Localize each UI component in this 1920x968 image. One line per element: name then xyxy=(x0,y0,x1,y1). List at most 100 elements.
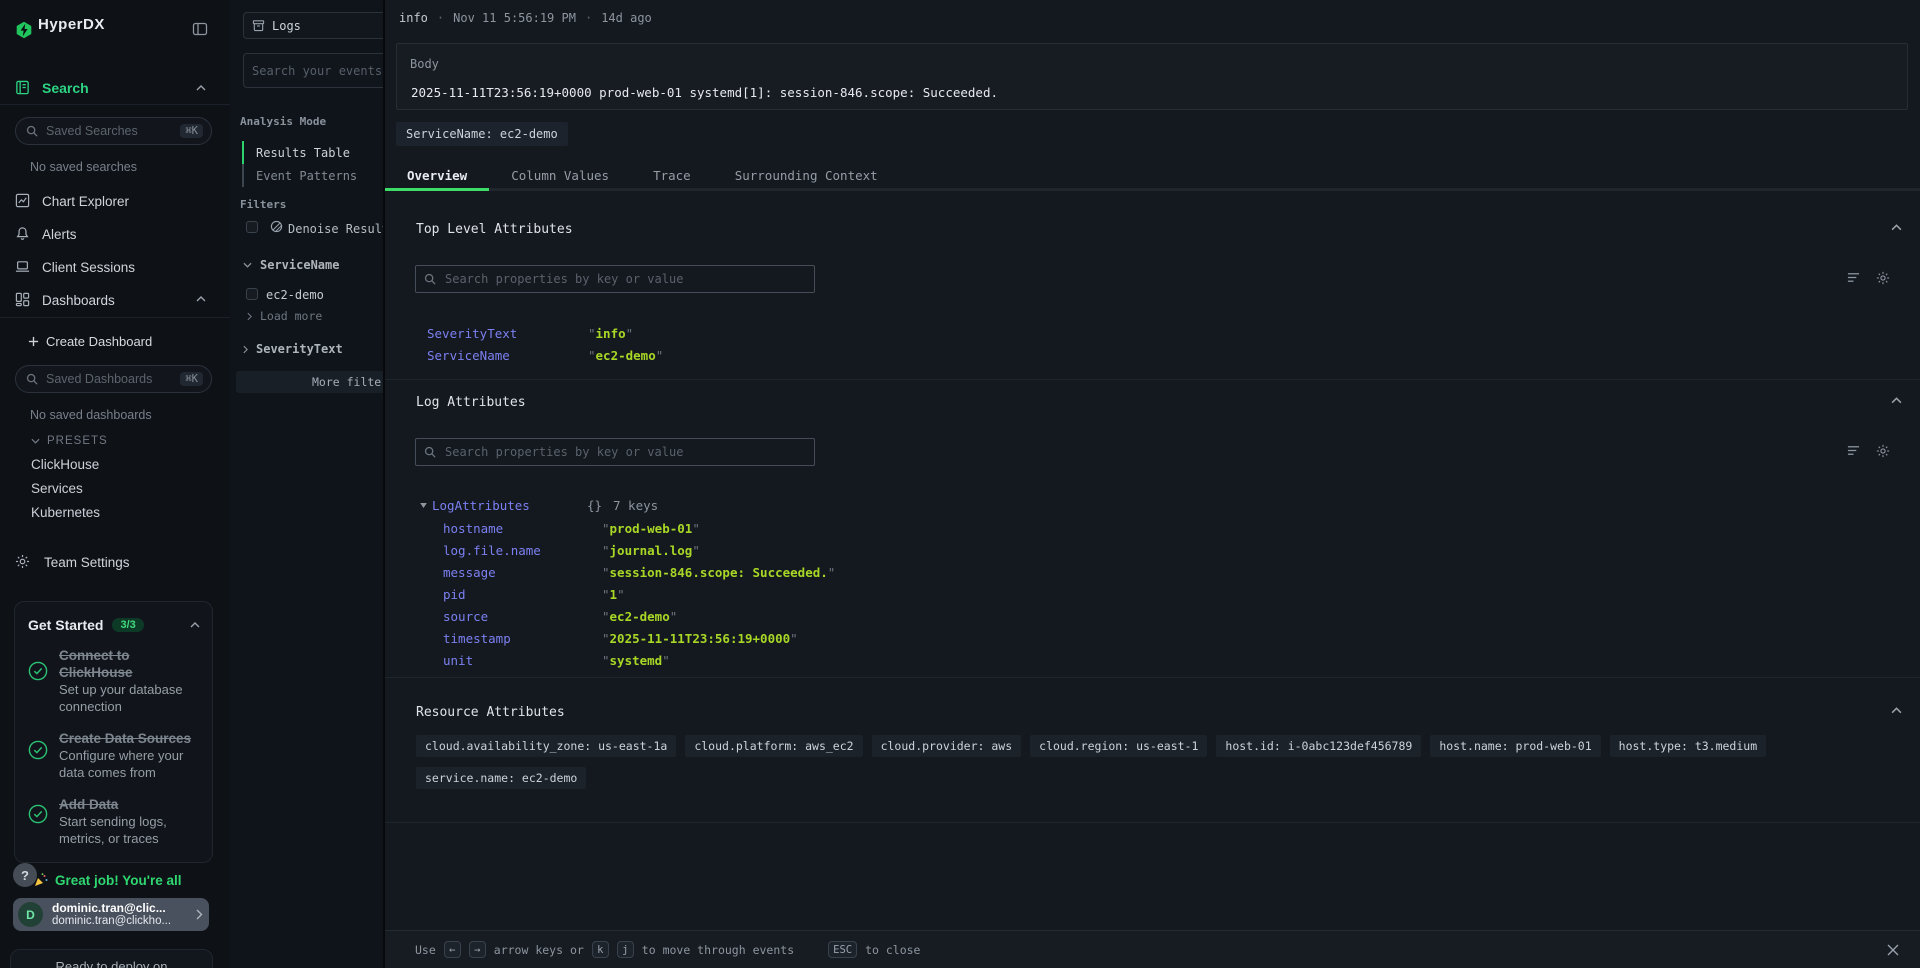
presets-toggle[interactable]: PRESETS xyxy=(31,435,108,447)
sidebar-item-client-sessions[interactable]: Client Sessions xyxy=(42,260,135,275)
severity-badge: info xyxy=(399,11,428,25)
gear-icon[interactable] xyxy=(1876,444,1890,458)
attribute-value[interactable]: systemd xyxy=(602,653,670,668)
resource-chip[interactable]: service.name: ec2-demo xyxy=(416,767,586,789)
sidebar-item-search[interactable]: Search xyxy=(42,80,89,96)
divider xyxy=(0,317,230,318)
collapse-section-chevron-icon[interactable] xyxy=(1891,397,1902,404)
deploy-note-card[interactable]: Ready to deploy on xyxy=(10,949,213,968)
filter-group-servicename[interactable]: ServiceName xyxy=(243,258,339,272)
gear-icon xyxy=(15,554,30,569)
ec2-demo-checkbox[interactable] xyxy=(246,288,258,300)
mode-active-indicator xyxy=(242,141,244,164)
preset-clickhouse[interactable]: ClickHouse xyxy=(31,457,99,472)
attribute-value[interactable]: ec2-demo xyxy=(588,348,663,363)
resource-chip[interactable]: host.name: prod-web-01 xyxy=(1430,735,1600,757)
collapse-sidebar-icon[interactable] xyxy=(192,21,208,37)
sidebar-item-team-settings[interactable]: Team Settings xyxy=(44,555,130,570)
denoise-icon xyxy=(270,220,283,233)
denoise-checkbox[interactable] xyxy=(246,221,258,233)
saved-dashboards-input[interactable]: ⌘K xyxy=(15,365,212,393)
property-search-field[interactable] xyxy=(443,444,806,460)
close-icon[interactable] xyxy=(1886,943,1900,957)
attribute-key[interactable]: log.file.name xyxy=(443,543,602,558)
get-started-item[interactable]: Add Data Start sending logs, metrics, or… xyxy=(28,796,200,847)
servicename-tag[interactable]: ServiceName: ec2-demo xyxy=(396,122,568,146)
get-started-title: Get Started xyxy=(28,617,103,633)
property-search[interactable] xyxy=(415,265,815,293)
mode-inactive-indicator xyxy=(242,164,244,187)
attribute-key[interactable]: source xyxy=(443,609,602,624)
filter-lines-icon[interactable] xyxy=(1846,271,1861,285)
get-started-chevron-up-icon[interactable] xyxy=(190,622,200,628)
preset-kubernetes[interactable]: Kubernetes xyxy=(31,505,100,520)
preset-services[interactable]: Services xyxy=(31,481,83,496)
attribute-key[interactable]: unit xyxy=(443,653,602,668)
more-filters-button[interactable]: More filters xyxy=(236,371,383,393)
saved-searches-input[interactable]: ⌘K xyxy=(15,117,212,145)
attribute-value[interactable]: 1 xyxy=(602,587,625,602)
resource-chip[interactable]: cloud.region: us-east-1 xyxy=(1030,735,1207,757)
resource-chip[interactable]: cloud.availability_zone: us-east-1a xyxy=(416,735,676,757)
search-section-chevron-up-icon[interactable] xyxy=(196,85,206,91)
tab-column-values[interactable]: Column Values xyxy=(489,163,631,188)
tab-overview[interactable]: Overview xyxy=(385,163,489,188)
source-selector-label: Logs xyxy=(272,19,301,33)
help-button[interactable]: ? xyxy=(13,863,37,887)
attribute-value[interactable]: session-846.scope: Succeeded. xyxy=(602,565,835,580)
resource-chip[interactable]: host.id: i-0abc123def456789 xyxy=(1216,735,1421,757)
attribute-row: ServiceName ec2-demo xyxy=(427,344,663,366)
sidebar-item-chart-explorer[interactable]: Chart Explorer xyxy=(42,194,129,209)
collapse-section-chevron-icon[interactable] xyxy=(1891,707,1902,714)
user-menu[interactable]: D dominic.tran@clic... dominic.tran@clic… xyxy=(13,898,209,931)
section-title: Log Attributes xyxy=(416,395,526,410)
top-level-attribute-rows: SeverityText info ServiceName ec2-demo xyxy=(427,322,663,366)
key-j: j xyxy=(617,941,634,958)
tab-surrounding-context[interactable]: Surrounding Context xyxy=(713,163,900,188)
collapse-section-chevron-icon[interactable] xyxy=(1891,224,1902,231)
attribute-row: timestamp 2025-11-11T23:56:19+0000 xyxy=(443,627,835,649)
separator-dot: · xyxy=(585,11,592,25)
filter-lines-icon[interactable] xyxy=(1846,444,1861,458)
event-search-input[interactable] xyxy=(243,53,383,88)
sidebar-item-alerts[interactable]: Alerts xyxy=(42,227,77,242)
resource-chip[interactable]: cloud.provider: aws xyxy=(872,735,1022,757)
saved-dashboards-field[interactable] xyxy=(44,371,180,387)
property-search[interactable] xyxy=(415,438,815,466)
logs-source-icon xyxy=(252,19,265,32)
mode-event-patterns[interactable]: Event Patterns xyxy=(256,169,357,183)
attribute-value[interactable]: journal.log xyxy=(602,543,700,558)
saved-searches-field[interactable] xyxy=(44,123,180,139)
attribute-key[interactable]: pid xyxy=(443,587,602,602)
tree-root-key[interactable]: LogAttributes xyxy=(432,498,530,513)
resource-chip[interactable]: cloud.platform: aws_ec2 xyxy=(685,735,862,757)
attribute-key[interactable]: timestamp xyxy=(443,631,602,646)
tree-collapse-triangle-icon[interactable] xyxy=(420,503,427,508)
get-started-item[interactable]: Create Data Sources Configure where your… xyxy=(28,730,200,781)
attribute-key[interactable]: ServiceName xyxy=(427,348,588,363)
log-attributes-root-row[interactable]: LogAttributes {} 7 keys xyxy=(420,494,820,516)
source-selector-button[interactable]: Logs xyxy=(243,12,383,39)
log-attribute-rows: hostname prod-web-01 log.file.name journ… xyxy=(443,517,835,671)
property-search-field[interactable] xyxy=(443,271,806,287)
filter-value-ec2-demo[interactable]: ec2-demo xyxy=(266,288,324,302)
sidebar-item-dashboards[interactable]: Dashboards xyxy=(42,293,115,308)
get-started-item[interactable]: Connect to ClickHouse Set up your databa… xyxy=(28,647,200,715)
attribute-key[interactable]: hostname xyxy=(443,521,602,536)
gear-icon[interactable] xyxy=(1876,271,1890,285)
attribute-key[interactable]: message xyxy=(443,565,602,580)
tab-trace[interactable]: Trace xyxy=(631,163,713,188)
attribute-value[interactable]: prod-web-01 xyxy=(602,521,700,536)
mode-results-table[interactable]: Results Table xyxy=(256,146,350,160)
attribute-value[interactable]: info xyxy=(588,326,633,341)
hyperdx-logo-icon xyxy=(15,21,33,39)
denoise-label[interactable]: Denoise Results xyxy=(288,222,383,236)
load-more-link[interactable]: Load more xyxy=(247,309,322,323)
filter-group-severitytext[interactable]: SeverityText xyxy=(243,342,343,356)
create-dashboard-button[interactable]: Create Dashboard xyxy=(28,334,152,349)
attribute-key[interactable]: SeverityText xyxy=(427,326,588,341)
dashboards-chevron-up-icon[interactable] xyxy=(196,296,206,302)
attribute-value[interactable]: ec2-demo xyxy=(602,609,677,624)
attribute-value[interactable]: 2025-11-11T23:56:19+0000 xyxy=(602,631,798,646)
resource-chip[interactable]: host.type: t3.medium xyxy=(1610,735,1766,757)
